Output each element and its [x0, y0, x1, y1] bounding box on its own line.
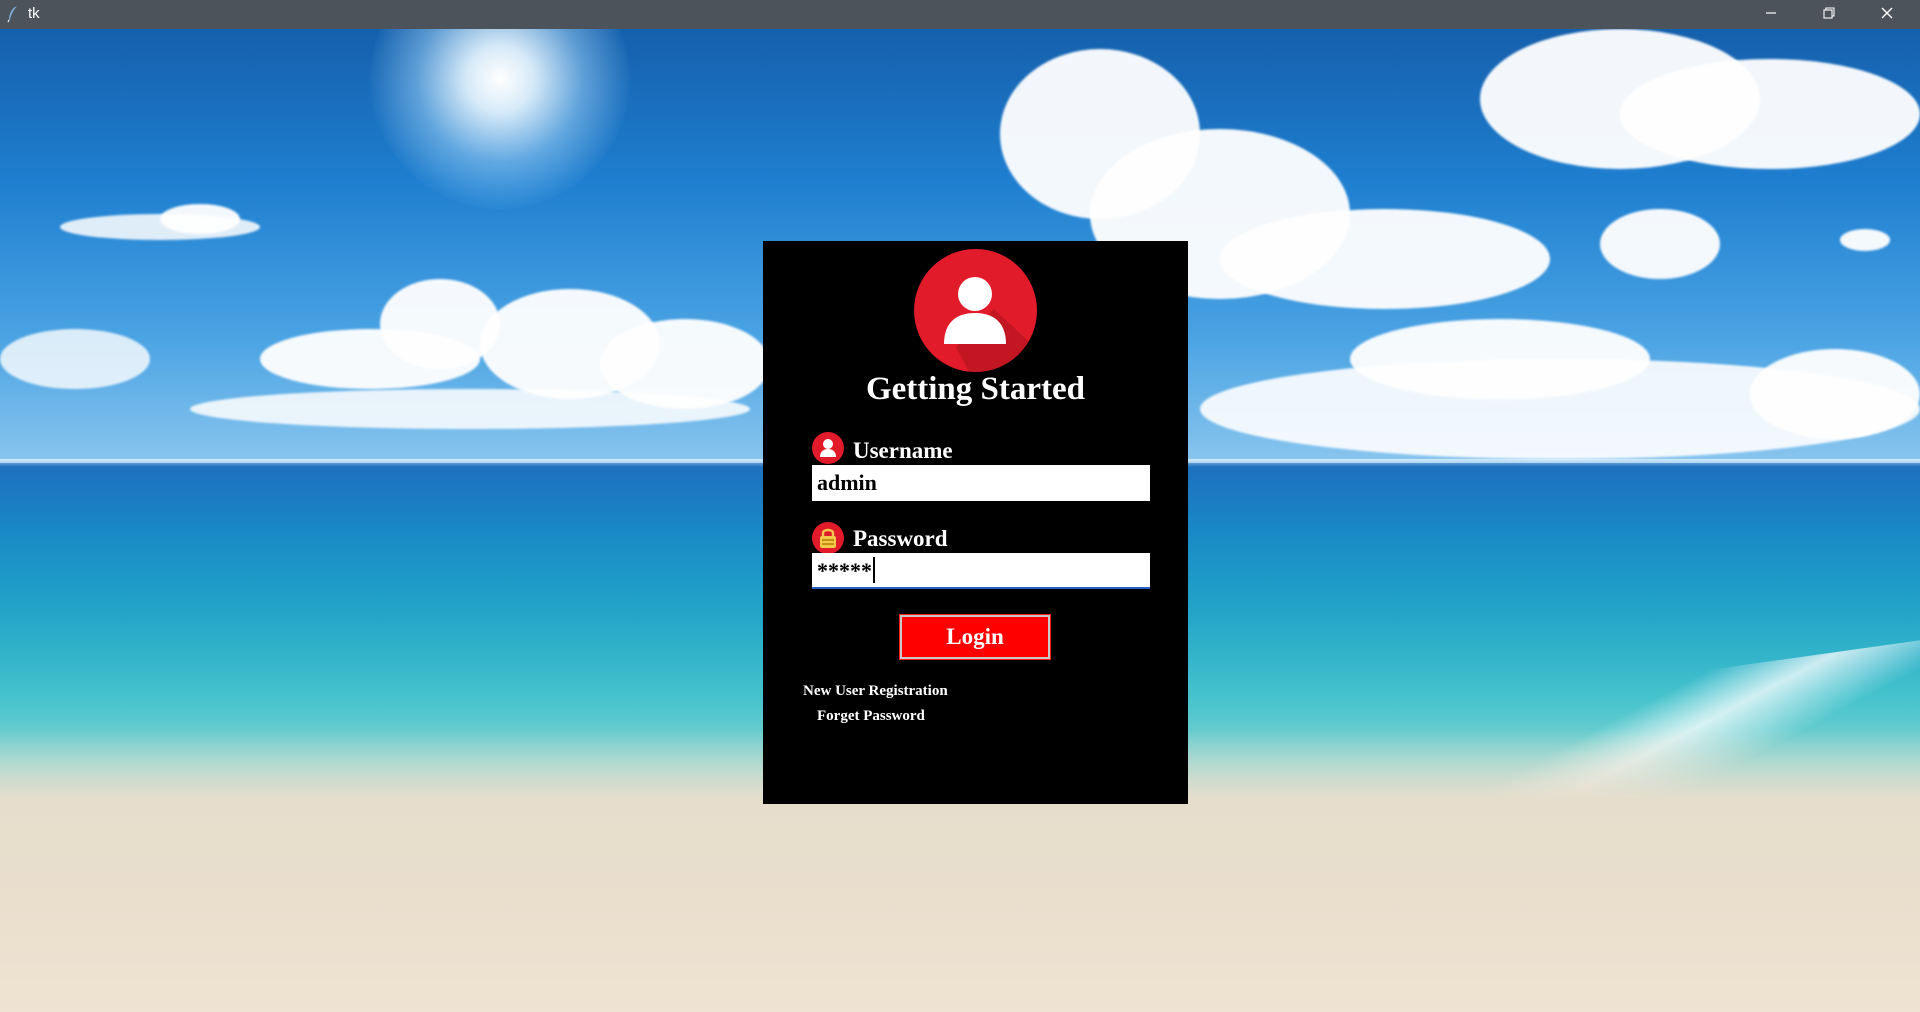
restore-button[interactable]: [1800, 0, 1858, 29]
user-icon: [812, 432, 844, 464]
username-input[interactable]: admin: [812, 465, 1150, 501]
tk-window: tk Getting Started Username admin Passwo…: [0, 0, 1920, 1012]
password-value: *****: [817, 558, 872, 583]
password-input[interactable]: *****: [812, 553, 1150, 589]
close-icon: [1881, 6, 1893, 24]
close-button[interactable]: [1858, 0, 1916, 29]
page-title: Getting Started: [865, 371, 1086, 407]
feather-icon: [6, 5, 20, 23]
minimize-button[interactable]: [1742, 0, 1800, 29]
lock-icon: [812, 522, 844, 554]
window-title: tk: [28, 5, 40, 22]
username-label: Username: [853, 438, 953, 463]
password-label: Password: [853, 526, 948, 551]
forget-password-link[interactable]: Forget Password: [817, 707, 925, 725]
login-panel: Getting Started Username admin Password …: [763, 241, 1188, 804]
restore-icon: [1823, 6, 1835, 24]
user-icon: [914, 249, 1037, 372]
text-caret: [873, 557, 875, 583]
login-button[interactable]: Login: [899, 614, 1051, 660]
new-user-registration-link[interactable]: New User Registration: [803, 682, 948, 700]
minimize-icon: [1765, 6, 1777, 24]
title-bar[interactable]: tk: [0, 0, 1920, 29]
